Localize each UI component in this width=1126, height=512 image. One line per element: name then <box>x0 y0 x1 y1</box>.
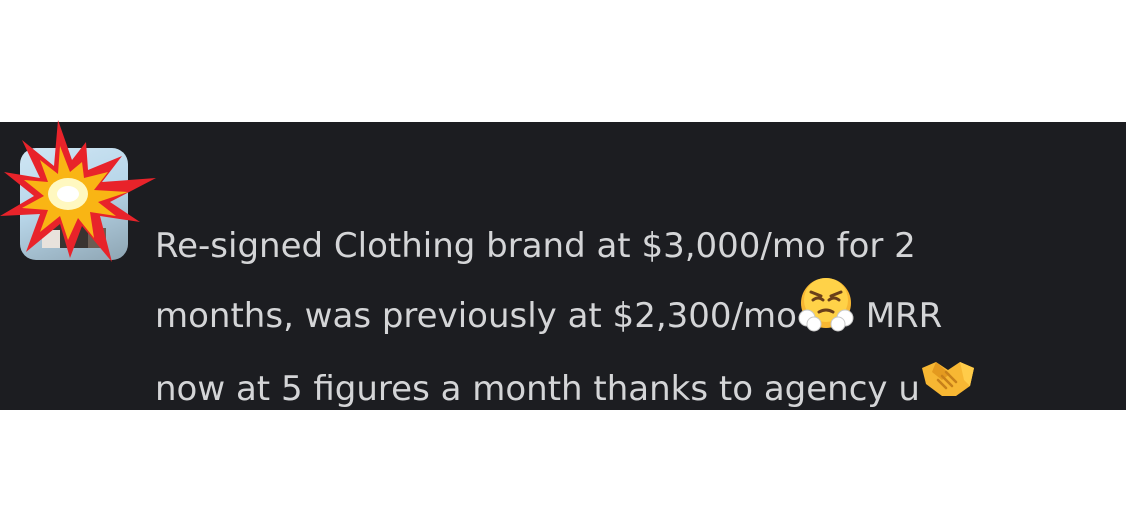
message-line-2: months, was previously at $2,300/mo MRR <box>155 278 1115 357</box>
message-line-2-text-end: MRR <box>854 296 943 336</box>
message-text: Re-signed Clothing brand at $3,000/mo fo… <box>155 214 1115 423</box>
handshake-emoji-icon <box>920 355 976 419</box>
face-with-steam-from-nose-emoji-icon <box>797 274 855 353</box>
message-line-3: now at 5 figures a month thanks to agenc… <box>155 357 1115 423</box>
message-line-3-text: now at 5 figures a month thanks to agenc… <box>155 369 920 409</box>
message-line-2-text: months, was previously at $2,300/mo <box>155 296 797 336</box>
message-line-1: Re-signed Clothing brand at $3,000/mo fo… <box>155 226 916 266</box>
collision-emoji-icon <box>0 120 156 262</box>
